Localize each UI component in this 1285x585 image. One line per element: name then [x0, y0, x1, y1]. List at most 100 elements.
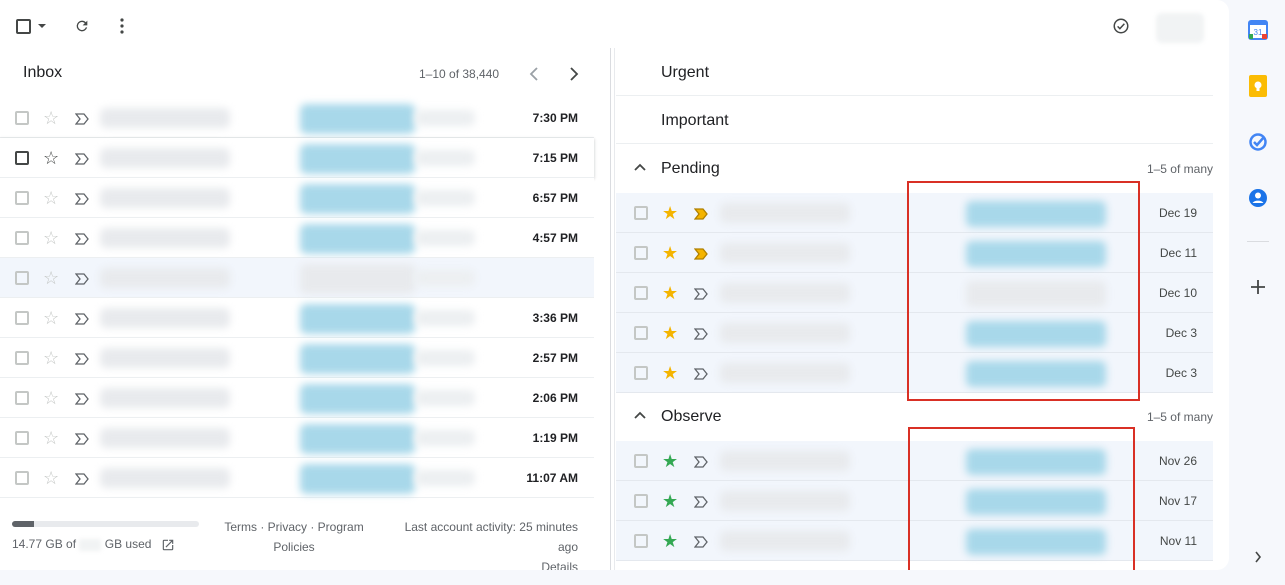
- subject-redacted: [300, 464, 415, 494]
- importance-marker-icon[interactable]: [693, 455, 708, 468]
- row-checkbox[interactable]: [15, 111, 29, 125]
- row-checkbox[interactable]: [15, 471, 29, 485]
- section-pending-count: 1–5 of many: [1146, 162, 1213, 176]
- star-icon[interactable]: ☆: [43, 429, 59, 447]
- star-icon[interactable]: ★: [662, 324, 678, 342]
- importance-marker-icon[interactable]: [74, 392, 89, 405]
- table-row[interactable]: ☆ 3:36 PM: [0, 298, 594, 338]
- row-checkbox[interactable]: [15, 391, 29, 405]
- details-link[interactable]: Details: [541, 560, 578, 570]
- row-checkbox[interactable]: [634, 494, 648, 508]
- next-page-button[interactable]: [566, 64, 582, 84]
- keep-app-button[interactable]: [1247, 75, 1269, 97]
- star-icon[interactable]: ★: [662, 452, 678, 470]
- star-icon[interactable]: ☆: [43, 469, 59, 487]
- star-icon[interactable]: ★: [662, 532, 678, 550]
- prev-page-button[interactable]: [526, 64, 542, 84]
- terms-link[interactable]: Terms: [224, 520, 257, 534]
- star-icon[interactable]: ★: [662, 492, 678, 510]
- importance-marker-icon[interactable]: [693, 535, 708, 548]
- row-checkbox[interactable]: [634, 534, 648, 548]
- sender-redacted: [720, 531, 850, 551]
- row-checkbox[interactable]: [15, 351, 29, 365]
- privacy-link[interactable]: Privacy: [268, 520, 307, 534]
- tasks-app-button[interactable]: [1247, 131, 1269, 153]
- row-checkbox[interactable]: [634, 206, 648, 220]
- row-checkbox[interactable]: [15, 311, 29, 325]
- importance-marker-icon[interactable]: [693, 247, 708, 260]
- tasks-icon: [1249, 133, 1267, 151]
- importance-marker-icon[interactable]: [74, 112, 89, 125]
- row-checkbox[interactable]: [15, 191, 29, 205]
- importance-marker-icon[interactable]: [693, 327, 708, 340]
- star-icon[interactable]: ★: [662, 364, 678, 382]
- row-checkbox[interactable]: [634, 286, 648, 300]
- section-urgent[interactable]: Urgent: [616, 48, 1213, 96]
- account-avatar[interactable]: [1156, 13, 1204, 43]
- row-checkbox[interactable]: [15, 431, 29, 445]
- star-icon[interactable]: ☆: [43, 309, 59, 327]
- table-row[interactable]: ☆ 11:07 AM: [0, 458, 594, 498]
- table-row[interactable]: ☆ 2:57 PM: [0, 338, 594, 378]
- snippet-redacted: [415, 270, 475, 286]
- inbox-pane: Inbox 1–10 of 38,440 ☆ 7:30 PM ☆ 7:15 PM ☆ 6:…: [0, 48, 594, 570]
- star-icon[interactable]: ☆: [43, 269, 59, 287]
- sender-redacted: [100, 108, 230, 128]
- get-addons-button[interactable]: [1247, 276, 1269, 298]
- importance-marker-icon[interactable]: [74, 432, 89, 445]
- row-checkbox[interactable]: [15, 231, 29, 245]
- row-checkbox[interactable]: [15, 151, 29, 165]
- row-checkbox[interactable]: [15, 271, 29, 285]
- table-row[interactable]: ☆ 6:57 PM: [0, 178, 594, 218]
- open-in-new-icon[interactable]: [161, 538, 175, 552]
- importance-marker-icon[interactable]: [74, 152, 89, 165]
- row-date: Dec 19: [1158, 206, 1197, 220]
- star-icon[interactable]: ★: [662, 244, 678, 262]
- sender-redacted: [100, 468, 230, 488]
- more-vert-icon: [120, 18, 124, 34]
- table-row[interactable]: ☆ 1:19 PM: [0, 418, 594, 458]
- row-checkbox[interactable]: [634, 454, 648, 468]
- importance-marker-icon[interactable]: [74, 272, 89, 285]
- table-row[interactable]: ☆ 4:57 PM: [0, 218, 594, 258]
- table-row[interactable]: ☆ 2:06 PM: [0, 378, 594, 418]
- table-row[interactable]: ☆: [0, 258, 594, 298]
- star-icon[interactable]: ☆: [43, 389, 59, 407]
- refresh-button[interactable]: [72, 16, 92, 36]
- importance-marker-icon[interactable]: [74, 192, 89, 205]
- calendar-app-button[interactable]: 31: [1247, 19, 1269, 41]
- tasks-status-button[interactable]: [1111, 16, 1131, 36]
- storage-used: 14.77 GB of: [12, 537, 77, 551]
- importance-marker-icon[interactable]: [693, 207, 708, 220]
- star-icon[interactable]: ☆: [43, 149, 59, 167]
- show-side-panel-button[interactable]: [1247, 546, 1269, 568]
- table-row[interactable]: ☆ 7:15 PM: [0, 138, 594, 178]
- check-circle-icon: [1113, 18, 1129, 34]
- more-options-button[interactable]: [112, 16, 132, 36]
- contacts-app-button[interactable]: [1247, 187, 1269, 209]
- section-important[interactable]: Important: [616, 96, 1213, 144]
- table-row[interactable]: ☆ 7:30 PM: [0, 98, 594, 138]
- importance-marker-icon[interactable]: [74, 312, 89, 325]
- star-icon[interactable]: ☆: [43, 229, 59, 247]
- row-checkbox[interactable]: [634, 326, 648, 340]
- chevron-up-icon[interactable]: [632, 408, 648, 424]
- side-panel: 31: [1229, 0, 1285, 585]
- importance-marker-icon[interactable]: [693, 367, 708, 380]
- star-icon[interactable]: ★: [662, 204, 678, 222]
- sender-redacted: [100, 228, 230, 248]
- row-checkbox[interactable]: [634, 246, 648, 260]
- importance-marker-icon[interactable]: [74, 472, 89, 485]
- star-icon[interactable]: ★: [662, 284, 678, 302]
- star-icon[interactable]: ☆: [43, 349, 59, 367]
- star-icon[interactable]: ☆: [43, 189, 59, 207]
- pane-divider[interactable]: [610, 48, 611, 570]
- importance-marker-icon[interactable]: [693, 287, 708, 300]
- importance-marker-icon[interactable]: [693, 495, 708, 508]
- chevron-up-icon[interactable]: [632, 160, 648, 176]
- importance-marker-icon[interactable]: [74, 232, 89, 245]
- row-checkbox[interactable]: [634, 366, 648, 380]
- star-icon[interactable]: ☆: [43, 109, 59, 127]
- importance-marker-icon[interactable]: [74, 352, 89, 365]
- select-all-checkbox[interactable]: [12, 16, 50, 36]
